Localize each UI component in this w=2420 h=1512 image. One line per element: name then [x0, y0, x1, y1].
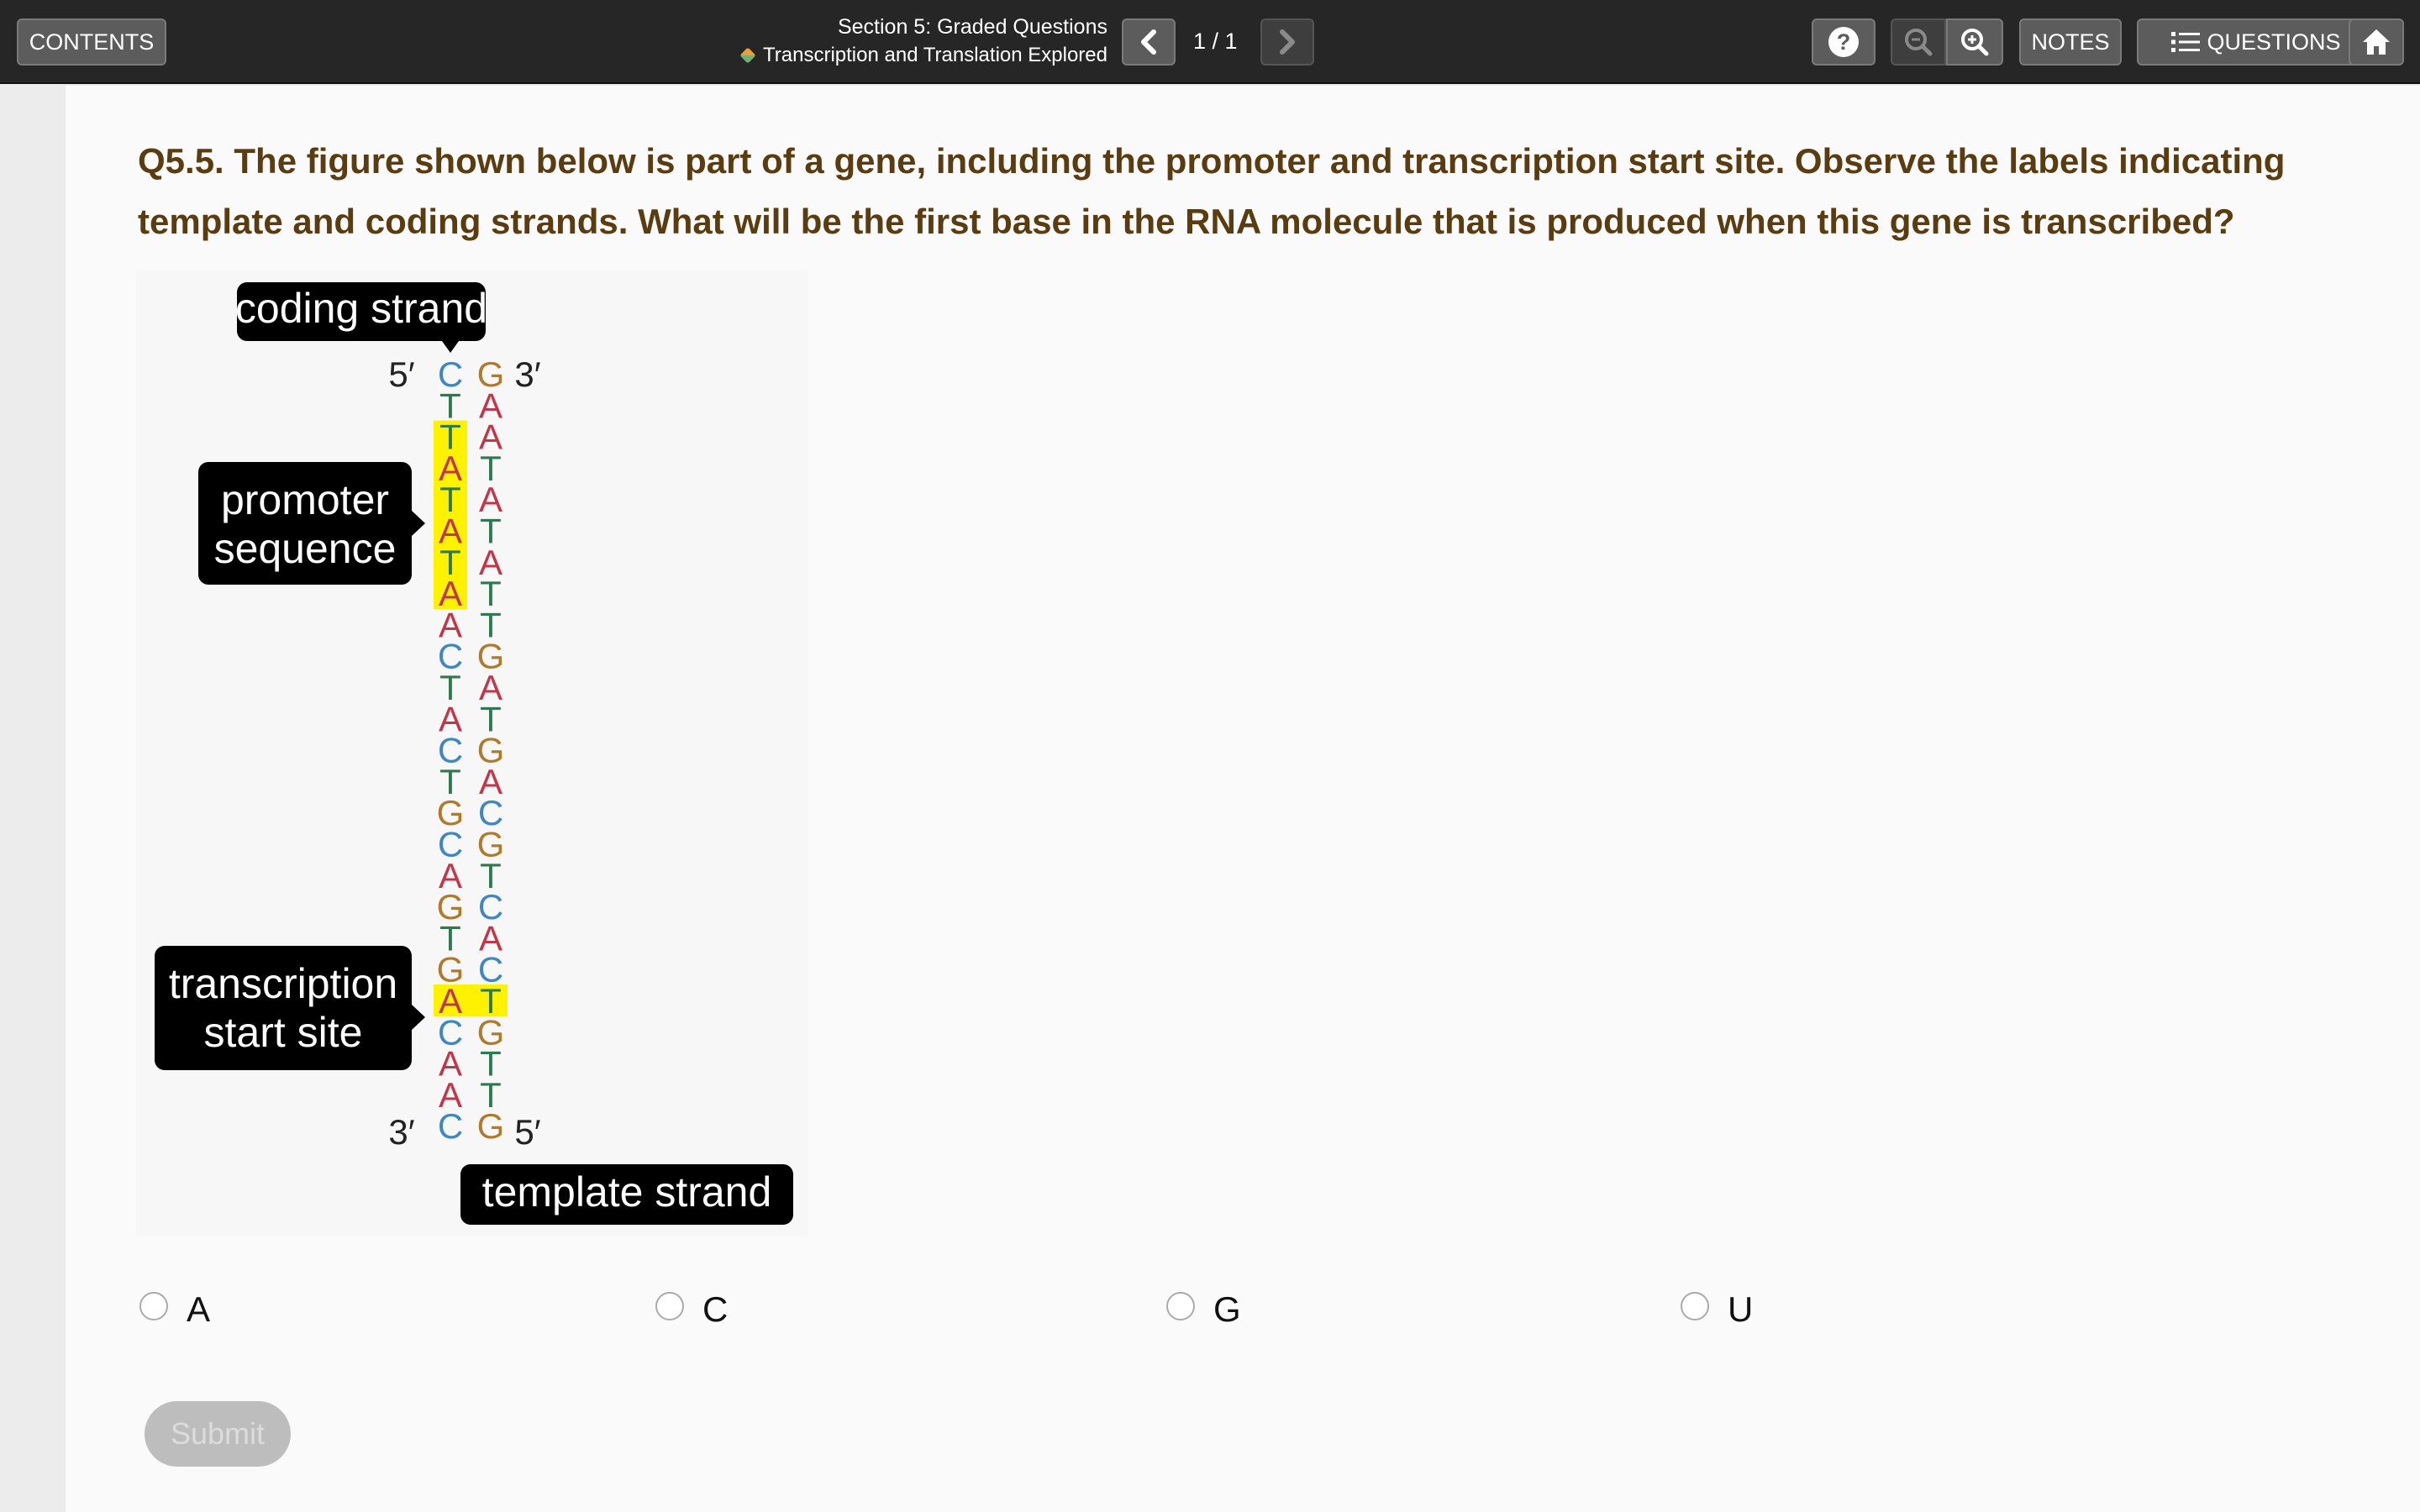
help-button[interactable]: ?	[1812, 18, 1876, 66]
template-base: G	[477, 1106, 505, 1146]
answer-option-c[interactable]: C	[655, 1285, 729, 1329]
promoter-label-line2: sequence	[214, 525, 397, 572]
zoom-out-button[interactable]	[1891, 18, 1946, 66]
dna-figure: coding strand promoter sequence transcri…	[136, 270, 808, 1236]
contents-button[interactable]: CONTENTS	[17, 18, 166, 66]
promoter-callout: promoter sequence	[198, 462, 425, 585]
next-page-button[interactable]	[1260, 18, 1314, 66]
zoom-in-button[interactable]	[1946, 18, 2003, 66]
notes-label: NOTES	[2031, 29, 2110, 55]
section-subtitle-text: Transcription and Translation Explored	[763, 44, 1107, 66]
template-strand-callout: template strand	[460, 1164, 793, 1225]
module-icon	[739, 47, 756, 64]
home-button[interactable]	[2349, 18, 2404, 66]
template-bottom-end: 5′	[514, 1112, 540, 1152]
coding-bottom-end: 3′	[388, 1112, 414, 1152]
contents-label: CONTENTS	[29, 29, 155, 55]
coding-strand-bases: CTTATATAACTACTGCAGTGACAAC	[437, 354, 465, 1146]
section-title: Section 5: Graded Questions	[837, 15, 1107, 39]
coding-strand-label: coding strand	[235, 285, 487, 332]
svg-text:?: ?	[1837, 29, 1851, 55]
coding-base: C	[438, 1106, 463, 1146]
answer-label: U	[1728, 1289, 1754, 1329]
tss-label-line2: start site	[204, 1009, 363, 1056]
tss-callout: transcription start site	[155, 946, 425, 1070]
template-strand-bases: GAATATATTGATGACGTCACTGTTG	[477, 354, 505, 1146]
questions-label: QUESTIONS	[2207, 29, 2341, 55]
top-toolbar: CONTENTS Section 5: Graded Questions Tra…	[0, 0, 2420, 84]
chevron-right-icon	[1280, 29, 1295, 55]
promoter-label-line1: promoter	[221, 476, 389, 523]
radio-button[interactable]	[1681, 1292, 1709, 1320]
page-indicator: 1 / 1	[1193, 29, 1238, 54]
answer-option-a[interactable]: A	[139, 1285, 211, 1329]
notes-button[interactable]: NOTES	[2019, 18, 2122, 66]
answer-label: C	[702, 1289, 729, 1329]
question-mark-icon: ?	[1828, 27, 1859, 57]
tss-label-line1: transcription	[169, 960, 397, 1007]
radio-button[interactable]	[139, 1292, 168, 1320]
template-strand-label: template strand	[482, 1168, 772, 1215]
radio-button[interactable]	[1166, 1292, 1195, 1320]
dna-diagram: coding strand promoter sequence transcri…	[155, 282, 793, 1225]
section-subtitle: Transcription and Translation Explored	[739, 44, 1107, 67]
zoom-in-icon	[1961, 29, 1989, 56]
home-icon	[2363, 29, 2390, 55]
answer-label: G	[1213, 1289, 1241, 1329]
question-text: Q5.5. The figure shown below is part of …	[138, 141, 2286, 241]
chevron-left-icon	[1141, 29, 1156, 55]
answer-label: A	[187, 1289, 211, 1329]
answer-option-g[interactable]: G	[1166, 1285, 1241, 1329]
submit-label: Submit	[170, 1416, 266, 1451]
zoom-out-icon	[1905, 29, 1933, 56]
submit-button[interactable]: Submit	[145, 1401, 291, 1467]
questions-button[interactable]: QUESTIONS	[2137, 18, 2375, 66]
template-top-end: 3′	[514, 354, 540, 394]
list-icon	[2171, 32, 2201, 52]
coding-top-end: 5′	[388, 354, 414, 394]
answer-option-u[interactable]: U	[1681, 1285, 1754, 1329]
radio-button[interactable]	[655, 1292, 684, 1320]
previous-page-button[interactable]	[1122, 18, 1176, 66]
coding-strand-callout: coding strand	[235, 282, 487, 353]
